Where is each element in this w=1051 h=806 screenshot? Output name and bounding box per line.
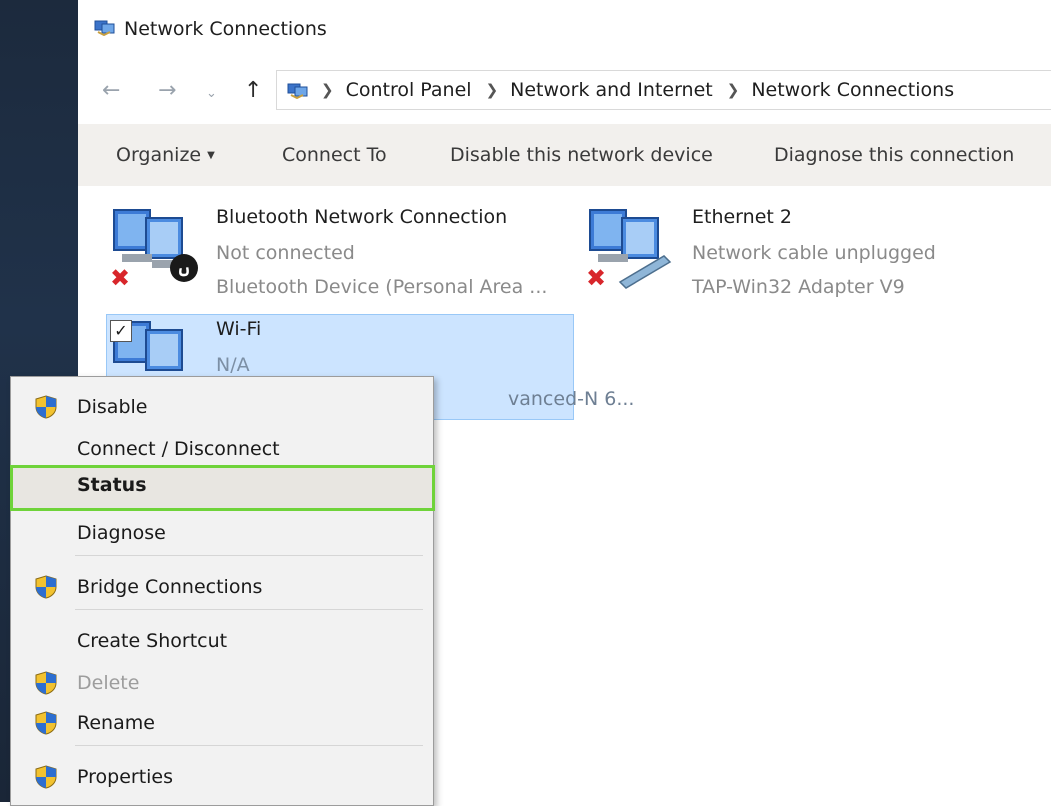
disconnected-x-icon: ✖ — [110, 264, 131, 292]
item-device: vanced-N 6... — [508, 388, 635, 410]
breadcrumb[interactable]: ❯ Control Panel ❯ Network and Internet ❯… — [276, 70, 1051, 110]
breadcrumb-network-and-internet[interactable]: Network and Internet — [510, 79, 713, 101]
up-arrow-icon[interactable]: ↑ — [244, 78, 262, 103]
item-status: Network cable unplugged — [692, 242, 936, 264]
selection-checkbox[interactable]: ✓ — [110, 320, 132, 342]
menu-item-disable[interactable]: Disable — [11, 387, 433, 427]
chevron-right-icon[interactable]: ❯ — [727, 81, 740, 99]
network-folder-icon — [287, 83, 308, 99]
menu-item-properties[interactable]: Properties — [11, 757, 433, 797]
menu-item-label: Disable — [77, 396, 148, 418]
menu-item-label: Create Shortcut — [77, 630, 228, 652]
forward-arrow-icon[interactable]: → — [158, 78, 176, 103]
window-title: Network Connections — [124, 18, 327, 40]
bluetooth-icon: ࢽ — [170, 254, 198, 282]
menu-item-connect-disconnect[interactable]: Connect / Disconnect — [11, 429, 433, 469]
menu-separator — [75, 745, 423, 746]
context-menu: Disable Connect / Disconnect Status Diag… — [10, 376, 435, 806]
item-name: Ethernet 2 — [692, 206, 792, 228]
menu-item-label: Diagnose — [77, 522, 166, 544]
list-item-bluetooth[interactable]: ✖ ࢽ Bluetooth Network Connection Not con… — [108, 204, 578, 304]
disconnected-x-icon: ✖ — [586, 264, 607, 292]
breadcrumb-control-panel[interactable]: Control Panel — [346, 79, 472, 101]
breadcrumb-network-connections[interactable]: Network Connections — [751, 79, 954, 101]
back-arrow-icon[interactable]: ← — [102, 78, 120, 103]
menu-item-delete: Delete — [11, 663, 433, 703]
shield-icon — [35, 395, 57, 419]
menu-item-label: Connect / Disconnect — [77, 438, 280, 460]
menu-item-bridge-connections[interactable]: Bridge Connections — [11, 567, 433, 607]
shield-icon — [35, 671, 57, 695]
shield-icon — [35, 711, 57, 735]
chevron-right-icon[interactable]: ❯ — [321, 81, 334, 99]
network-folder-icon — [94, 20, 115, 36]
menu-item-label: Status — [77, 474, 147, 496]
item-status: Not connected — [216, 242, 355, 264]
menu-item-label: Delete — [77, 672, 140, 694]
connect-to-button[interactable]: Connect To — [282, 144, 387, 166]
chevron-right-icon[interactable]: ❯ — [486, 81, 499, 99]
item-device: Bluetooth Device (Personal Area ... — [216, 276, 548, 298]
menu-item-status[interactable]: Status — [10, 465, 435, 511]
dropdown-caret-icon: ▼ — [207, 150, 215, 161]
list-item-ethernet[interactable]: ✖ Ethernet 2 Network cable unplugged TAP… — [584, 204, 1044, 304]
title-bar: Network Connections — [78, 0, 1051, 62]
shield-icon — [35, 575, 57, 599]
menu-separator — [75, 555, 423, 556]
address-bar: ← → ⌄ ↑ ❯ Control Panel ❯ Network and In… — [78, 66, 1051, 112]
item-name: Bluetooth Network Connection — [216, 206, 508, 228]
diagnose-connection-button[interactable]: Diagnose this connection — [774, 144, 1014, 166]
menu-item-rename[interactable]: Rename — [11, 703, 433, 743]
menu-item-label: Rename — [77, 712, 155, 734]
disable-device-button[interactable]: Disable this network device — [450, 144, 713, 166]
menu-item-diagnose[interactable]: Diagnose — [11, 513, 433, 553]
menu-item-label: Properties — [77, 766, 174, 788]
organize-button[interactable]: Organize ▼ — [116, 144, 215, 166]
menu-separator — [75, 609, 423, 610]
command-bar: Organize ▼ Connect To Disable this networ… — [78, 124, 1051, 186]
menu-item-label: Bridge Connections — [77, 576, 263, 598]
shield-icon — [35, 765, 57, 789]
item-name: Wi-Fi — [216, 318, 262, 340]
menu-item-create-shortcut[interactable]: Create Shortcut — [11, 621, 433, 661]
recent-locations-chevron-icon[interactable]: ⌄ — [206, 86, 217, 101]
organize-label: Organize — [116, 144, 202, 166]
item-device: TAP-Win32 Adapter V9 — [692, 276, 905, 298]
item-status: N/A — [216, 354, 250, 376]
